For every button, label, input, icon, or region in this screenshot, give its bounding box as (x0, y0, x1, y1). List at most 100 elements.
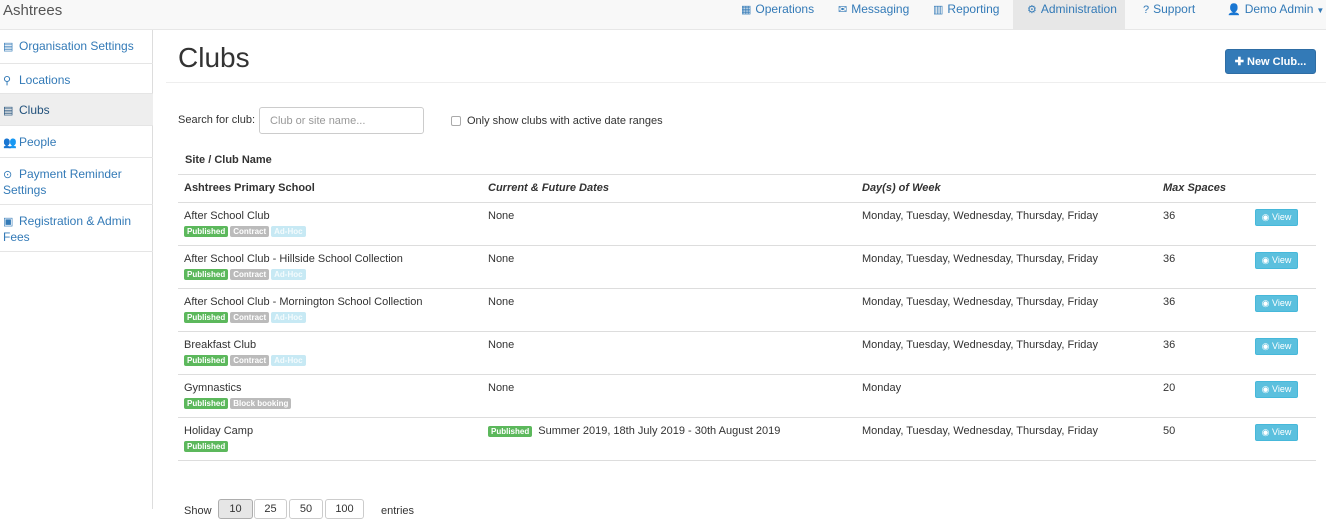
club-status-labels: Published Contract Ad-Hoc (184, 269, 308, 280)
club-search-input[interactable] (259, 107, 424, 134)
view-button-label: View (1272, 255, 1292, 265)
brand-title[interactable]: Ashtrees (3, 2, 62, 19)
club-max-spaces: 20 (1163, 382, 1176, 394)
club-days: Monday (862, 382, 902, 394)
sidebar-item-locations[interactable]: ⚲ Locations (0, 64, 153, 94)
building-icon: ▤ (3, 105, 14, 117)
nav-operations[interactable]: ▦ Operations (741, 0, 814, 29)
envelope-icon: ✉ (838, 4, 848, 16)
pager-show-label: Show (184, 505, 212, 517)
status-badge: Block booking (230, 398, 292, 409)
sidebar-item-organisation-settings[interactable]: ▤ Organisation Settings (0, 30, 153, 64)
new-club-button-label: New Club... (1247, 56, 1307, 68)
view-club-button[interactable]: ◉ View (1255, 209, 1298, 226)
table-row: Breakfast Club Published Contract Ad-Hoc Non… (178, 332, 1316, 375)
gear-icon: ⚙ (1027, 4, 1037, 16)
status-badge: Contract (230, 226, 270, 237)
sidebar-item-payment-reminder-settings[interactable]: ⊙ Payment Reminder Settings (0, 158, 153, 205)
club-name: After School Club (184, 210, 270, 222)
sidebar-item-label: Payment Reminder Settings (3, 167, 122, 197)
club-days: Monday, Tuesday, Wednesday, Thursday, Fr… (862, 210, 1099, 222)
view-club-button[interactable]: ◉ View (1255, 381, 1298, 398)
page-size-50[interactable]: 50 (289, 499, 323, 519)
nav-support-label: Support (1153, 2, 1196, 16)
sidebar-item-label: Organisation Settings (19, 39, 134, 53)
status-badge: Contract (230, 355, 270, 366)
question-circle-icon: ? (1143, 4, 1150, 16)
bar-chart-icon: ▥ (933, 4, 944, 16)
club-max-spaces: 50 (1163, 425, 1176, 437)
nav-administration[interactable]: ⚙ Administration (1013, 0, 1125, 29)
view-club-button[interactable]: ◉ View (1255, 338, 1298, 355)
club-days: Monday, Tuesday, Wednesday, Thursday, Fr… (862, 296, 1099, 308)
building-icon: ▤ (3, 41, 14, 53)
table-row: After School Club Published Contract Ad-Hoc… (178, 203, 1316, 246)
new-club-button[interactable]: ✚ New Club... (1225, 49, 1316, 74)
page-size-10[interactable]: 10 (218, 499, 253, 519)
site-club-name-header: Site / Club Name (185, 154, 272, 166)
user-icon: 👤 (1227, 4, 1241, 16)
active-date-ranges-label: Only show clubs with active date ranges (467, 115, 663, 127)
club-status-labels: Published Contract Ad-Hoc (184, 355, 308, 366)
table-divider (178, 174, 1316, 175)
page-size-25[interactable]: 25 (254, 499, 287, 519)
active-date-ranges-checkbox[interactable] (451, 116, 461, 126)
sidebar: ▤ Organisation Settings ⚲ Locations ▤ Clubs… (0, 30, 153, 509)
column-header-site: Ashtrees Primary School (184, 182, 315, 194)
sidebar-item-label: Clubs (19, 103, 50, 117)
sidebar-item-people[interactable]: 👥 People (0, 126, 153, 158)
table-row: Gymnastics Published Block booking None Mond… (178, 375, 1316, 418)
club-dates: Published Summer 2019, 18th July 2019 - 3… (488, 425, 780, 437)
club-name: Holiday Camp (184, 425, 254, 437)
club-days: Monday, Tuesday, Wednesday, Thursday, Fr… (862, 339, 1099, 351)
money-icon: ▣ (3, 216, 14, 228)
club-dates-text: None (488, 296, 515, 308)
status-badge: Published (184, 226, 229, 237)
top-navbar: Ashtrees ▦ Operations ✉ Messaging ▥ Reporti… (0, 0, 1326, 30)
status-badge: Published (184, 355, 229, 366)
sidebar-item-label: People (19, 135, 57, 149)
view-club-button[interactable]: ◉ View (1255, 295, 1298, 312)
view-club-button[interactable]: ◉ View (1255, 252, 1298, 269)
status-badge: Published (184, 398, 229, 409)
nav-reporting[interactable]: ▥ Reporting (933, 0, 999, 29)
column-header-dates: Current & Future Dates (488, 182, 610, 194)
club-dates: None (488, 296, 514, 308)
nav-messaging[interactable]: ✉ Messaging (838, 0, 909, 29)
status-badge: Ad-Hoc (271, 226, 306, 237)
club-dates-text: None (488, 210, 515, 222)
caret-down-icon: ▼ (1316, 6, 1325, 15)
page-size-100[interactable]: 100 (325, 499, 364, 519)
nav-user-label: Demo Admin (1244, 2, 1314, 16)
nav-administration-label: Administration (1040, 2, 1117, 16)
view-button-label: View (1272, 427, 1292, 437)
nav-user-menu[interactable]: 👤 Demo Admin ▼ (1227, 0, 1324, 29)
table-row: After School Club - Mornington School Co… (178, 289, 1316, 332)
sidebar-item-clubs[interactable]: ▤ Clubs (0, 94, 153, 126)
view-button-label: View (1272, 298, 1292, 308)
club-dates-text: None (488, 382, 515, 394)
sidebar-item-label: Locations (19, 73, 71, 87)
clock-icon: ⊙ (3, 169, 13, 181)
view-club-button[interactable]: ◉ View (1255, 424, 1298, 441)
table-row: Holiday Camp Published Published Summer 201… (178, 418, 1316, 461)
status-badge: Ad-Hoc (271, 269, 306, 280)
sidebar-item-registration-admin-fees[interactable]: ▣ Registration & Admin Fees (0, 205, 153, 252)
status-badge: Contract (230, 312, 270, 323)
eye-icon: ◉ (1261, 384, 1272, 394)
club-max-spaces: 36 (1163, 210, 1176, 222)
club-dates: None (488, 253, 514, 265)
view-button-label: View (1272, 341, 1292, 351)
eye-icon: ◉ (1261, 255, 1272, 265)
title-divider (166, 82, 1326, 83)
nav-support[interactable]: ? Support (1143, 0, 1195, 29)
table-row: After School Club - Hillside School Coll… (178, 246, 1316, 289)
sidebar-item-label: Registration & Admin Fees (3, 214, 132, 244)
users-icon: 👥 (3, 137, 17, 149)
club-name: Breakfast Club (184, 339, 257, 351)
status-badge: Published (184, 312, 229, 323)
eye-icon: ◉ (1261, 212, 1272, 222)
search-label: Search for club: (178, 114, 256, 126)
club-dates: None (488, 210, 514, 222)
club-max-spaces: 36 (1163, 296, 1176, 308)
